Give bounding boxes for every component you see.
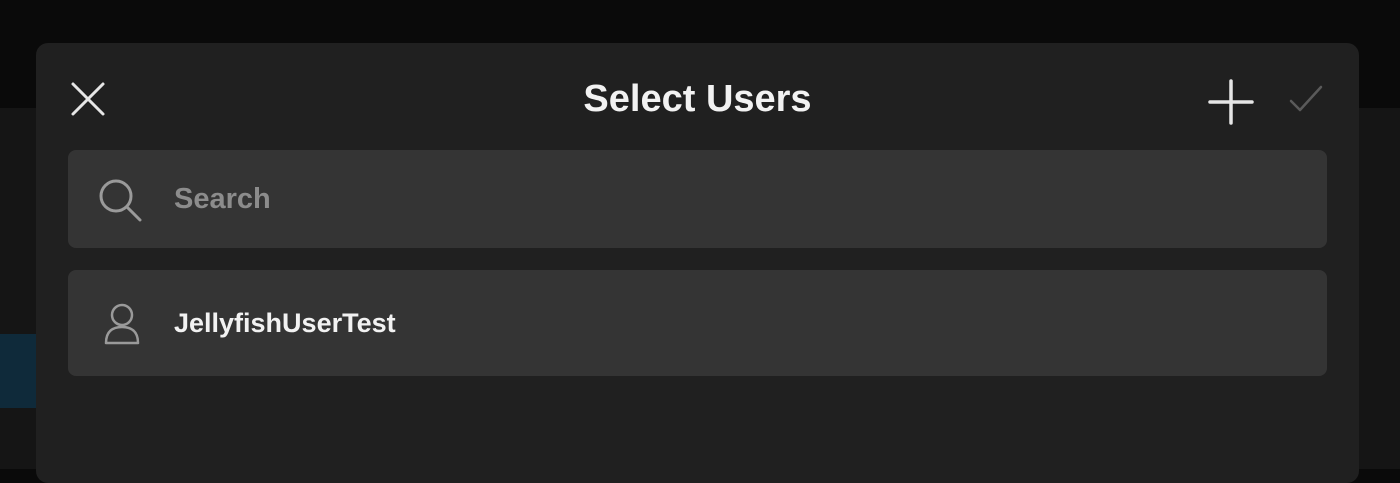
user-icon xyxy=(104,303,140,345)
search-box[interactable] xyxy=(68,150,1327,248)
select-users-dialog: Select Users JellyfishUserTest xyxy=(36,43,1359,483)
user-name: JellyfishUserTest xyxy=(174,308,396,338)
search-input[interactable] xyxy=(172,170,1294,228)
checkmark-icon xyxy=(1289,85,1323,112)
add-user-button[interactable] xyxy=(1206,77,1256,127)
confirm-button[interactable] xyxy=(1284,77,1328,121)
plus-icon xyxy=(1208,79,1254,125)
background-selected-item xyxy=(0,334,38,408)
dialog-header: Select Users xyxy=(36,43,1359,151)
user-list-item[interactable]: JellyfishUserTest xyxy=(68,270,1327,376)
search-icon xyxy=(99,179,142,222)
dialog-title: Select Users xyxy=(583,78,812,120)
